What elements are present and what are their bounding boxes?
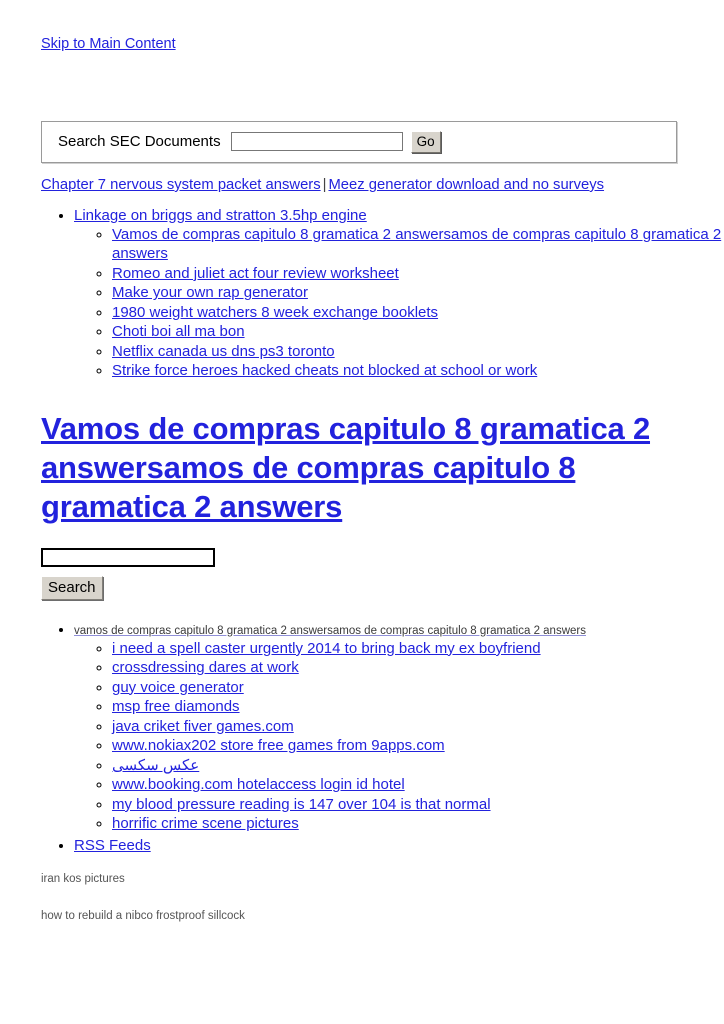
sublist-one-link-4[interactable]: Choti boi all ma bon xyxy=(112,323,245,340)
sublist-one-link-0[interactable]: Vamos de compras capitulo 8 gramatica 2 … xyxy=(112,226,721,263)
breadcrumb-link-right[interactable]: Meez generator download and no surveys xyxy=(328,177,604,193)
breadcrumb: Chapter 7 nervous system packet answers |… xyxy=(41,177,724,195)
list-item: Romeo and juliet act four review workshe… xyxy=(112,264,724,284)
search-button[interactable]: Search xyxy=(41,575,103,600)
list-one-parent-link[interactable]: Linkage on briggs and stratton 3.5hp eng… xyxy=(74,207,367,224)
sublist-one-link-5[interactable]: Netflix canada us dns ps3 toronto xyxy=(112,343,335,360)
list-item: Linkage on briggs and stratton 3.5hp eng… xyxy=(74,206,724,381)
sublist-one-link-3[interactable]: 1980 weight watchers 8 week exchange boo… xyxy=(112,304,438,321)
list-item: crossdressing dares at work xyxy=(112,658,724,678)
list-item: guy voice generator xyxy=(112,678,724,698)
sublist-two-link-4[interactable]: java criket fiver games.com xyxy=(112,718,294,735)
list-item: Vamos de compras capitulo 8 gramatica 2 … xyxy=(112,225,724,264)
go-button[interactable]: Go xyxy=(410,130,441,153)
sec-search-label: Search SEC Documents xyxy=(58,133,221,151)
list-item: عکس سکسی xyxy=(112,756,724,776)
sublist-two-link-6[interactable]: عکس سکسی xyxy=(112,756,199,776)
search-input[interactable] xyxy=(41,547,215,567)
list-item: my blood pressure reading is 147 over 10… xyxy=(112,795,724,815)
list-item: horrific crime scene pictures xyxy=(112,814,724,834)
sublist-one-link-2[interactable]: Make your own rap generator xyxy=(112,284,308,301)
sublist-two-link-3[interactable]: msp free diamonds xyxy=(112,698,240,715)
related-links-sublist-two: i need a spell caster urgently 2014 to b… xyxy=(74,639,724,834)
list-item: java criket fiver games.com xyxy=(112,717,724,737)
secondary-search-form: Search xyxy=(41,547,724,600)
sublist-two-link-8[interactable]: my blood pressure reading is 147 over 10… xyxy=(112,796,491,813)
list-item: Choti boi all ma bon xyxy=(112,322,724,342)
list-item: 1980 weight watchers 8 week exchange boo… xyxy=(112,303,724,323)
list-item: www.booking.com hotelaccess login id hot… xyxy=(112,775,724,795)
sublist-two-link-7[interactable]: www.booking.com hotelaccess login id hot… xyxy=(112,776,405,793)
sec-search-input[interactable] xyxy=(230,132,403,152)
breadcrumb-link-left[interactable]: Chapter 7 nervous system packet answers xyxy=(41,177,321,193)
list-item: Make your own rap generator xyxy=(112,283,724,303)
sublist-one-link-6[interactable]: Strike force heroes hacked cheats not bl… xyxy=(112,362,537,379)
related-links-list-two: vamos de compras capitulo 8 gramatica 2 … xyxy=(0,622,724,855)
sublist-one-link-1[interactable]: Romeo and juliet act four review workshe… xyxy=(112,265,399,282)
rss-feeds-link[interactable]: RSS Feeds xyxy=(74,837,151,854)
footer-text-two: how to rebuild a nibco frostproof sillco… xyxy=(41,909,245,922)
sublist-two-link-2[interactable]: guy voice generator xyxy=(112,679,244,696)
page-root: Skip to Main Content Search SEC Document… xyxy=(0,0,724,924)
sublist-two-link-5[interactable]: www.nokiax202 store free games from 9app… xyxy=(112,737,445,754)
list-item: www.nokiax202 store free games from 9app… xyxy=(112,736,724,756)
sublist-two-link-9[interactable]: horrific crime scene pictures xyxy=(112,815,299,832)
sec-search-panel: Search SEC Documents Go xyxy=(41,120,677,163)
related-links-sublist-one: Vamos de compras capitulo 8 gramatica 2 … xyxy=(74,225,724,381)
list-item: RSS Feeds xyxy=(74,836,724,855)
related-links-list-one: Linkage on briggs and stratton 3.5hp eng… xyxy=(0,206,724,381)
sublist-two-link-0[interactable]: i need a spell caster urgently 2014 to b… xyxy=(112,640,541,657)
list-two-parent-link[interactable]: vamos de compras capitulo 8 gramatica 2 … xyxy=(74,625,586,637)
list-item: msp free diamonds xyxy=(112,697,724,717)
page-title-container: Vamos de compras capitulo 8 gramatica 2 … xyxy=(41,409,661,526)
sublist-two-link-1[interactable]: crossdressing dares at work xyxy=(112,659,299,676)
page-title-link[interactable]: Vamos de compras capitulo 8 gramatica 2 … xyxy=(41,411,650,524)
list-item: Netflix canada us dns ps3 toronto xyxy=(112,342,724,362)
list-item: vamos de compras capitulo 8 gramatica 2 … xyxy=(74,622,724,834)
skip-to-main-content-link[interactable]: Skip to Main Content xyxy=(41,36,176,52)
skip-link-container: Skip to Main Content xyxy=(0,0,724,53)
list-item: Strike force heroes hacked cheats not bl… xyxy=(112,361,724,381)
footer-text-one: iran kos pictures xyxy=(41,872,125,885)
list-item: i need a spell caster urgently 2014 to b… xyxy=(112,639,724,659)
